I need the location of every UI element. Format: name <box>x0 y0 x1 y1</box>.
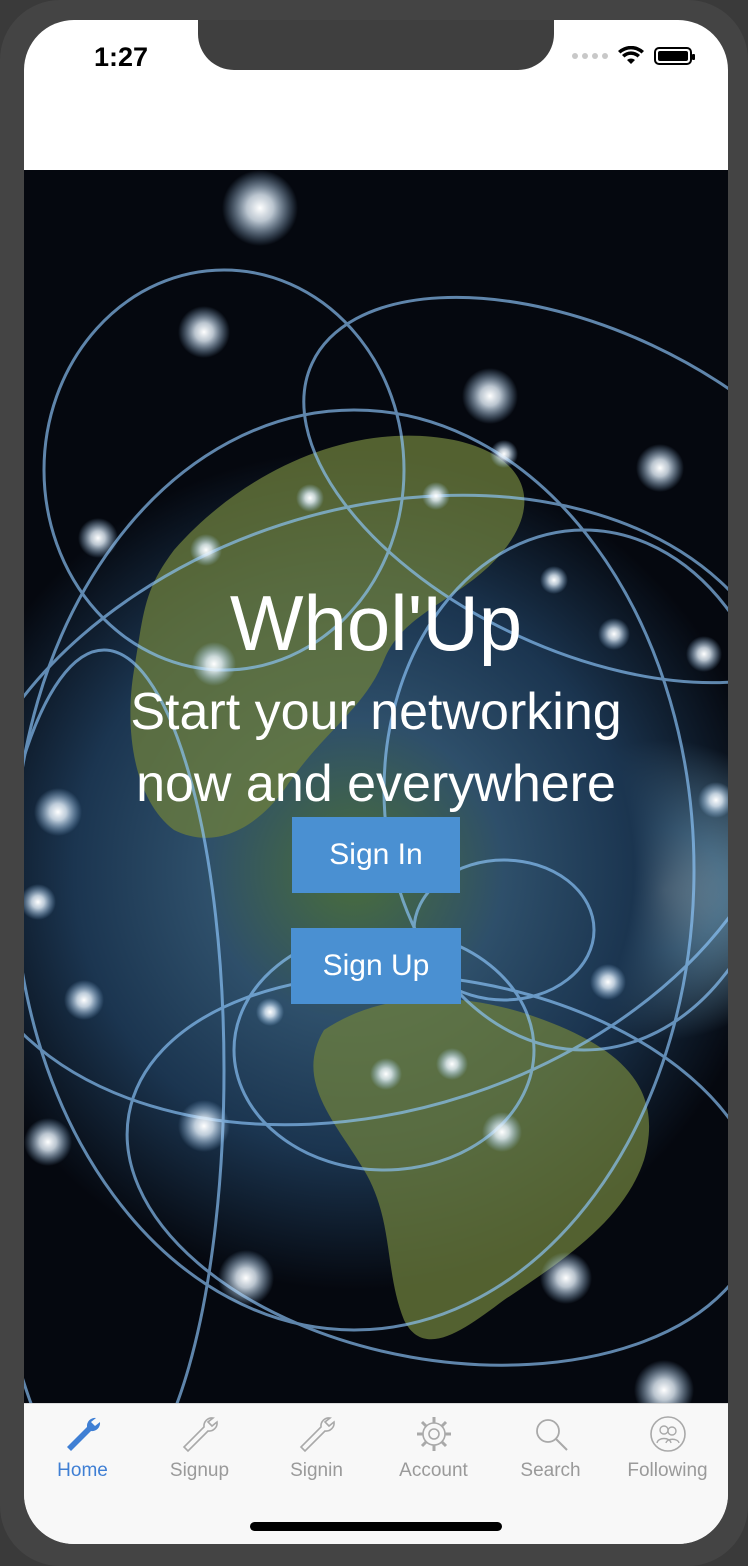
status-time: 1:27 <box>94 42 149 72</box>
hero-background: Whol'Up Start your networking now and ev… <box>24 170 728 1403</box>
wrench-icon <box>66 1417 100 1451</box>
tab-home[interactable]: Home <box>24 1414 141 1494</box>
device-notch <box>198 20 554 70</box>
wifi-icon <box>618 46 644 64</box>
wrench-icon <box>299 1417 335 1453</box>
tab-signin[interactable]: Signin <box>258 1414 375 1494</box>
wrench-icon <box>182 1417 218 1453</box>
tab-account[interactable]: Account <box>375 1414 492 1494</box>
tagline-line-1: Start your networking <box>130 683 622 741</box>
tab-label: Search <box>520 1460 581 1481</box>
device-frame: 1:27 Whol'Up Start your networking now a… <box>0 0 748 1566</box>
tab-search[interactable]: Search <box>492 1414 609 1494</box>
tagline-line-2: now and everywhere <box>136 755 616 813</box>
tab-following[interactable]: Following <box>609 1414 726 1494</box>
gear-icon <box>416 1417 451 1451</box>
app-tagline: Start your networking now and everywhere <box>64 676 688 820</box>
battery-icon <box>654 47 695 65</box>
tab-label: Account <box>399 1460 468 1481</box>
tab-label: Signup <box>169 1460 230 1481</box>
screen: 1:27 Whol'Up Start your networking now a… <box>24 20 728 1544</box>
search-icon <box>535 1419 568 1451</box>
tab-label: Following <box>627 1460 708 1481</box>
sign-in-button[interactable]: Sign In <box>292 817 460 893</box>
tab-label: Home <box>57 1460 108 1481</box>
sign-up-button[interactable]: Sign Up <box>291 928 461 1004</box>
signal-icon <box>572 53 608 59</box>
status-icons <box>572 46 695 66</box>
tab-signup[interactable]: Signup <box>141 1414 258 1494</box>
users-icon <box>649 1416 686 1452</box>
home-indicator[interactable] <box>250 1522 502 1531</box>
app-title: Whol'Up <box>229 579 523 667</box>
tab-label: Signin <box>290 1460 343 1481</box>
